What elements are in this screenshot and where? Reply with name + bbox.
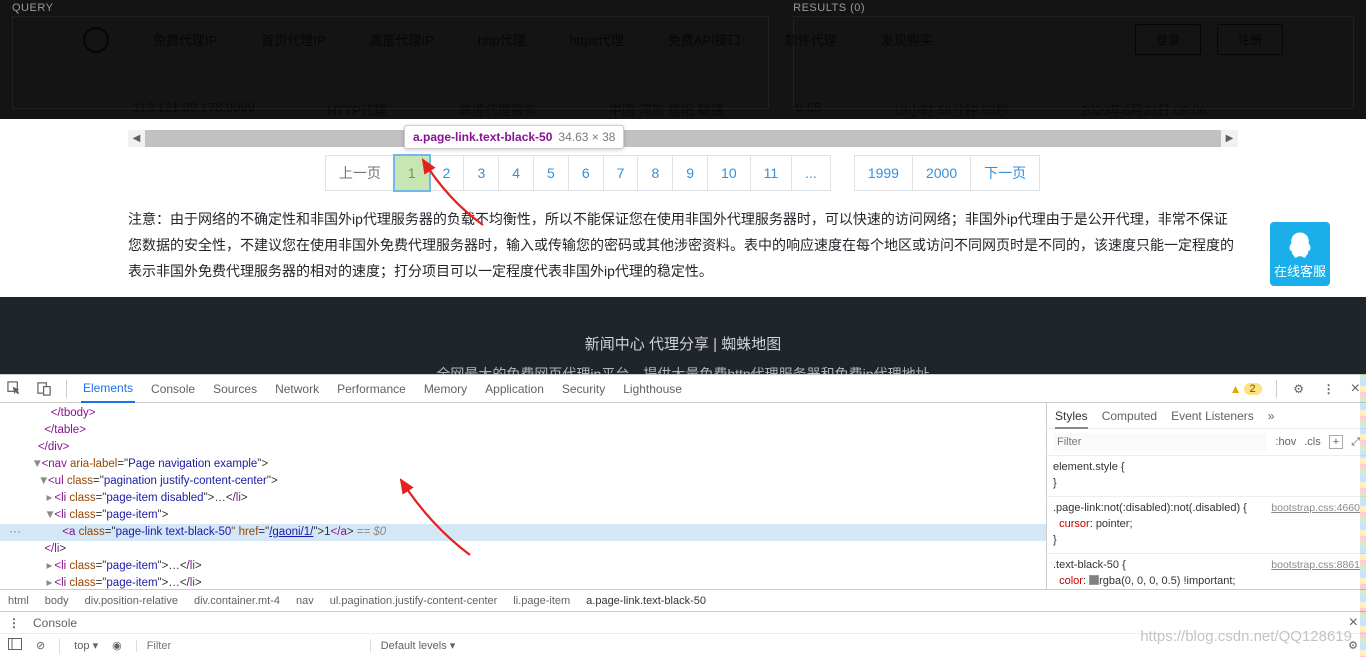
pager-page[interactable]: 11 — [750, 155, 793, 191]
new-rule-icon[interactable]: + — [1329, 435, 1343, 449]
tab-memory[interactable]: Memory — [422, 376, 469, 402]
console-drawer-tab[interactable]: Console — [33, 616, 77, 630]
pager-page[interactable]: 6 — [568, 155, 604, 191]
annotation-arrow — [418, 150, 508, 240]
live-expression-icon[interactable]: ◉ — [112, 639, 122, 652]
kebab-icon[interactable]: ⋮ — [1321, 381, 1337, 397]
pagination: 上一页 1 2 3 4 5 6 7 8 9 10 11 ... 1999 200… — [0, 155, 1366, 191]
context-select[interactable]: top ▾ — [74, 639, 98, 652]
selected-dom-node[interactable]: ⋯ <a class="page-link text-black-50" hre… — [0, 524, 1046, 541]
pager-page[interactable]: 5 — [533, 155, 569, 191]
tab-console[interactable]: Console — [149, 376, 197, 402]
footer-links[interactable]: 新闻中心 代理分享 | 蜘蛛地图 — [0, 333, 1366, 354]
kefu-label: 在线客服 — [1274, 264, 1326, 279]
crumb[interactable]: div.position-relative — [85, 595, 178, 607]
expand-icon[interactable]: ▼ — [32, 456, 42, 473]
color-swatch[interactable] — [1089, 575, 1099, 585]
tab-lighthouse[interactable]: Lighthouse — [621, 376, 684, 402]
styles-filter-input[interactable] — [1053, 433, 1267, 451]
query-label: QUERY — [12, 2, 769, 14]
element-tooltip: a.page-link.text-black-50 34.63 × 38 — [404, 125, 624, 149]
console-sidebar-icon[interactable] — [8, 638, 22, 653]
source-link[interactable]: bootstrap.css:4660 — [1271, 500, 1360, 516]
expand-icon[interactable]: ▼ — [38, 473, 48, 490]
results-label: RESULTS (0) — [793, 2, 1354, 14]
tooltip-selector: a.page-link.text-black-50 — [413, 130, 552, 144]
notice-text: 注意：由于网络的不确定性和非国外ip代理服务器的负载不均衡性，所以不能保证您在使… — [128, 207, 1238, 285]
crumb[interactable]: html — [8, 595, 29, 607]
expand-icon[interactable]: ▼ — [44, 507, 54, 524]
gear-icon[interactable]: ⚙ — [1291, 381, 1307, 397]
tooltip-dims: 34.63 × 38 — [558, 130, 615, 144]
side-tab-listeners[interactable]: Event Listeners — [1171, 409, 1254, 424]
scroll-right-icon[interactable]: ▶ — [1221, 130, 1238, 147]
crumb[interactable]: div.container.mt-4 — [194, 595, 280, 607]
cls-toggle[interactable]: .cls — [1304, 436, 1321, 448]
tab-network[interactable]: Network — [273, 376, 321, 402]
source-link[interactable]: bootstrap.css:8861 — [1271, 557, 1360, 573]
footer-sub: 全网最大的免费网页代理ip平台，提供大量免费http代理服务器和免费ip代理地址 — [0, 364, 1366, 374]
tab-application[interactable]: Application — [483, 376, 546, 402]
pager-prev: 上一页 — [325, 155, 395, 191]
customer-service-widget[interactable]: 在线客服 — [1270, 222, 1330, 286]
styles-pane: Styles Computed Event Listeners » :hov .… — [1046, 403, 1366, 589]
tab-security[interactable]: Security — [560, 376, 607, 402]
scroll-left-icon[interactable]: ◀ — [128, 130, 145, 147]
expand-icon[interactable]: ▸ — [44, 575, 54, 589]
pager-page[interactable]: 7 — [603, 155, 639, 191]
tab-performance[interactable]: Performance — [335, 376, 408, 402]
console-menu-icon[interactable]: ⋮ — [8, 616, 21, 630]
side-tab-more-icon[interactable]: » — [1268, 409, 1275, 424]
breadcrumb[interactable]: html body div.position-relative div.cont… — [0, 589, 1366, 611]
side-tab-computed[interactable]: Computed — [1102, 409, 1157, 424]
pager-page[interactable]: 9 — [672, 155, 708, 191]
log-levels-select[interactable]: Default levels ▾ — [370, 639, 456, 652]
crumb[interactable]: nav — [296, 595, 314, 607]
side-tab-styles[interactable]: Styles — [1055, 409, 1088, 429]
warning-badge[interactable]: 2 — [1244, 383, 1262, 395]
tab-elements[interactable]: Elements — [81, 375, 135, 403]
pager-page[interactable]: 8 — [637, 155, 673, 191]
device-toggle-icon[interactable] — [36, 381, 52, 397]
watermark: https://blog.csdn.net/QQ128619 — [1140, 628, 1352, 645]
horizontal-scrollbar[interactable]: ◀ ▶ — [128, 130, 1238, 147]
console-filter-input[interactable] — [147, 640, 289, 652]
more-icon[interactable]: ⤢ — [1351, 436, 1360, 449]
clear-console-icon[interactable]: ⊘ — [36, 639, 45, 652]
pager-page[interactable]: 2000 — [912, 155, 971, 191]
dev-overlay: QUERY RESULTS (0) — [0, 0, 1366, 119]
pager-page[interactable]: 1999 — [854, 155, 913, 191]
hov-toggle[interactable]: :hov — [1275, 436, 1296, 448]
annotation-arrow — [395, 470, 495, 565]
query-box[interactable] — [12, 16, 769, 109]
results-box — [793, 16, 1354, 109]
qq-icon — [1285, 230, 1315, 260]
expand-icon[interactable]: ▸ — [44, 558, 54, 575]
pager-ellipsis: ... — [791, 155, 831, 191]
devtools-tabbar: Elements Console Sources Network Perform… — [0, 375, 1366, 403]
scrollbar-thumb[interactable] — [145, 130, 1221, 147]
pager-next[interactable]: 下一页 — [970, 155, 1040, 191]
crumb-active[interactable]: a.page-link.text-black-50 — [586, 595, 706, 607]
crumb[interactable]: body — [45, 595, 69, 607]
devtools-panel: Elements Console Sources Network Perform… — [0, 374, 1366, 657]
inspect-icon[interactable] — [6, 381, 22, 397]
page-footer: 新闻中心 代理分享 | 蜘蛛地图 全网最大的免费网页代理ip平台，提供大量免费h… — [0, 297, 1366, 374]
crumb[interactable]: ul.pagination.justify-content-center — [330, 595, 498, 607]
minimap-accent — [1360, 374, 1366, 657]
devtools-close-icon[interactable]: × — [1351, 380, 1360, 398]
expand-icon[interactable]: ▸ — [44, 490, 54, 507]
crumb[interactable]: li.page-item — [513, 595, 570, 607]
tab-sources[interactable]: Sources — [211, 376, 259, 402]
dom-tree[interactable]: </tbody> </table> </div> ▼<nav aria-labe… — [0, 403, 1046, 589]
pager-page[interactable]: 10 — [707, 155, 751, 191]
